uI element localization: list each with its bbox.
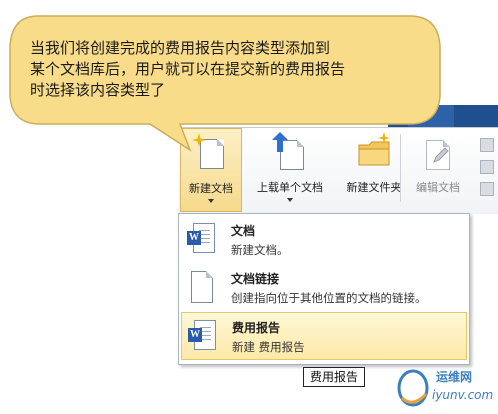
callout-line: 某个文档库后，用户就可以在提交新的费用报告 bbox=[30, 60, 346, 78]
callout-line: 时选择该内容类型了 bbox=[30, 81, 166, 99]
watermark-site-name: 运维网 bbox=[436, 370, 473, 384]
callout-line: 当我们将创建完成的费用报告内容类型添加到 bbox=[30, 39, 331, 57]
watermark-logo-icon bbox=[397, 369, 429, 407]
callout-text: 当我们将创建完成的费用报告内容类型添加到 某个文档库后，用户就可以在提交新的费用… bbox=[30, 38, 410, 101]
watermark: 运维网 iyunv.com bbox=[392, 366, 494, 410]
watermark-domain: iyunv.com bbox=[432, 388, 494, 402]
